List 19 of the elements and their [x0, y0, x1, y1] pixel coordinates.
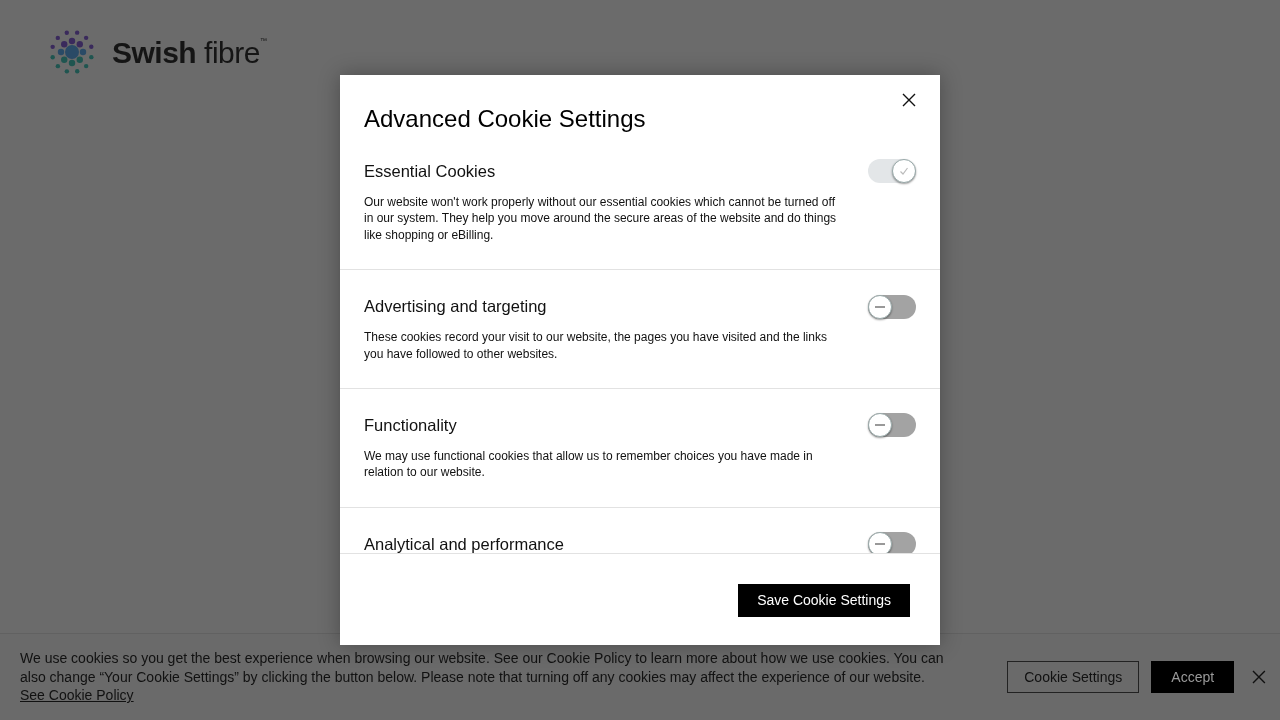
cookie-policy-link[interactable]: See Cookie Policy — [20, 687, 134, 704]
toggle-switch[interactable] — [868, 294, 916, 319]
cookie-notice: We use cookies so you get the best experience when browsing our website. See our Cookie Policy to learn more about how we use cookies. You can also change “Your Cookie Settings” by clicking the button below. Please note that turning off any cookies may affect the experience of our website. See Cookie Policy — [20, 649, 945, 705]
toggle-switch[interactable] — [868, 532, 916, 553]
cookie-settings-button[interactable]: Cookie Settings — [1007, 661, 1140, 693]
section-description: Our website won't work properly without our essential cookies which cannot be turned off in our system. They help you move around the secure areas of the website and do things like shopping or eBilling. — [364, 193, 838, 244]
check-icon — [899, 166, 909, 177]
toggle-switch[interactable] — [868, 413, 916, 438]
save-settings-button[interactable]: Save Cookie Settings — [738, 584, 910, 617]
section-title: Functionality — [364, 415, 457, 436]
close-icon[interactable] — [902, 93, 916, 107]
dialog-title: Advanced Cookie Settings — [364, 104, 646, 134]
brand-name: Swish fibre — [112, 34, 260, 71]
section-title: Analytical and performance — [364, 533, 564, 553]
section-description: We may use functional cookies that allow us to remember choices you have made in relation to our website. — [364, 447, 814, 481]
section-description: These cookies record your visit to our website, the pages you have visited and the links you have followed to other websites. — [364, 329, 828, 362]
accept-button[interactable]: Accept — [1151, 661, 1235, 693]
section-title: Advertising and targeting — [364, 296, 547, 318]
section-title: Essential Cookies — [364, 161, 496, 182]
